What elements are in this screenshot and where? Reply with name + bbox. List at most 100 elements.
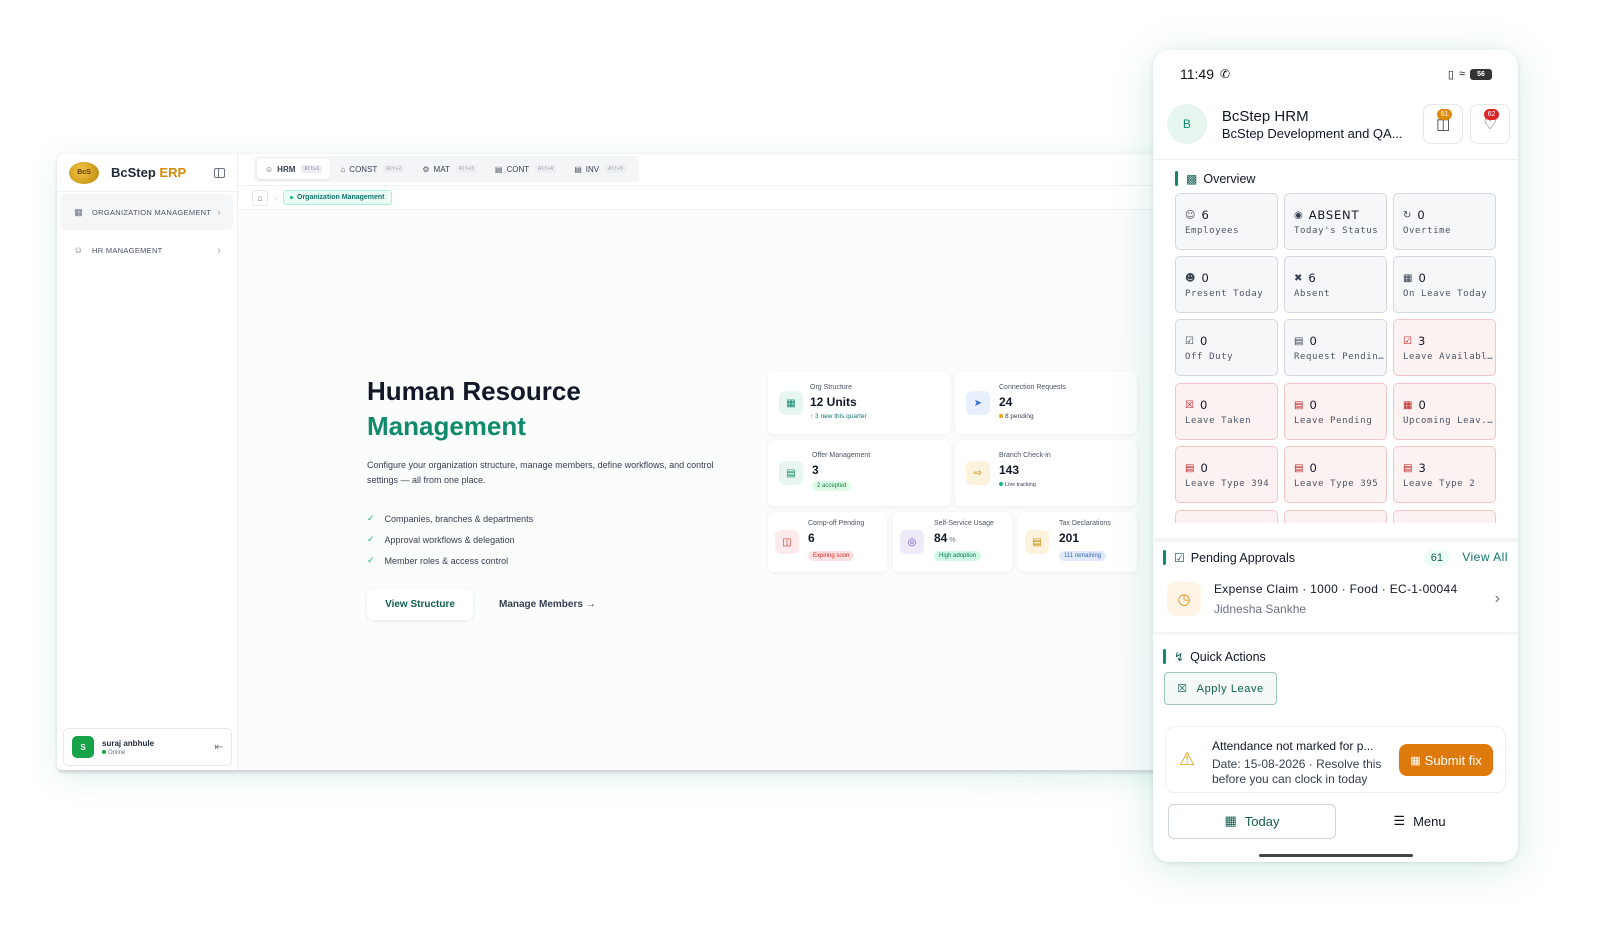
nav-today-button[interactable]: ▦ Today	[1168, 803, 1336, 839]
overview-tile-leave-pending[interactable]: ▤ 0 Leave Pending	[1284, 383, 1387, 440]
stat-card-comp-off[interactable]: ◫ Comp-off Pending 6 Expiring soon	[768, 512, 887, 572]
calendar-icon: ▦	[1410, 754, 1421, 767]
nav-menu-button[interactable]: ☰ Menu	[1336, 813, 1503, 829]
tab-label: CONT	[506, 164, 530, 174]
home-icon[interactable]: ⌂	[252, 189, 268, 206]
stat-card-self-service[interactable]: ◎ Self-Service Usage 84% High adoption	[893, 512, 1012, 572]
overview-tile-leave-type-2[interactable]: ▤ 3 Leave Type 2	[1393, 446, 1496, 503]
overview-tile-overtime[interactable]: ↻ 0 Overtime	[1393, 193, 1496, 250]
manage-members-button[interactable]: Manage Members →	[499, 589, 596, 620]
tab-label: INV	[585, 164, 600, 174]
alert-title: Attendance not marked for p...	[1212, 739, 1374, 753]
overview-tile-present-today[interactable]: ☻ 0 Present Today	[1175, 256, 1278, 313]
stat-card-connection-requests[interactable]: ➤ Connection Requests 24 8 pending	[955, 372, 1137, 434]
fingerprint-icon: ◉	[1294, 209, 1303, 221]
stat-card-org-structure[interactable]: ▦ Org Structure 12 Units ↑ 3 new this qu…	[768, 372, 950, 434]
building-icon: ▦	[74, 206, 83, 217]
tab-const[interactable]: ⌂ CONST Alt+2	[332, 159, 412, 179]
stat-card-tax-declarations[interactable]: ▤ Tax Declarations 201 111 remaining	[1018, 512, 1137, 572]
stat-value: 24	[999, 395, 1013, 409]
approvals-button[interactable]: ◫ 61	[1423, 104, 1464, 144]
overview-tile-leave-type-394[interactable]: ▤ 0 Leave Type 394	[1175, 446, 1278, 503]
overview-tile-on-leave-today[interactable]: ▦ 0 On Leave Today	[1393, 256, 1496, 313]
calendar-x-icon: ☒	[1185, 399, 1194, 411]
page-title-accent: Management	[367, 411, 526, 441]
breadcrumb-current[interactable]: Organization Management	[283, 190, 392, 205]
avatar[interactable]: B	[1167, 104, 1207, 144]
stat-card-branch-checkin[interactable]: ⇨ Branch Check-in 143 Live tracking	[955, 440, 1137, 506]
user-name: suraj anbhule	[102, 738, 155, 748]
approval-item[interactable]: ◷ Expense Claim · 1000 · Food · EC-1-000…	[1167, 573, 1508, 625]
submit-fix-button[interactable]: ▦ Submit fix	[1399, 744, 1493, 776]
sidebar-item-organization-management[interactable]: ▦ ORGANIZATION MANAGEMENT ›	[61, 194, 233, 230]
stat-label: Tax Declarations	[1059, 520, 1111, 527]
tab-label: CONST	[349, 164, 378, 174]
view-structure-button[interactable]: View Structure	[367, 589, 473, 620]
overview-tile-employees[interactable]: ☺ 6 Employees	[1175, 193, 1278, 250]
document-clock-icon: ▤	[1294, 335, 1304, 347]
overview-tile-absent[interactable]: ✖ 6 Absent	[1284, 256, 1387, 313]
warning-icon: ⚠	[1179, 749, 1196, 769]
overview-tile-upcoming-leave[interactable]: ▦ 0 Upcoming Leav...	[1393, 383, 1496, 440]
approval-requester: Jidnesha Sankhe	[1214, 602, 1307, 616]
sidebar-collapse-icon[interactable]	[214, 167, 225, 178]
document-icon: ▤	[574, 164, 582, 174]
overview-tile-request-pending[interactable]: ▤ 0 Request Pending	[1284, 319, 1387, 376]
overview-tile-off-duty[interactable]: ☑ 0 Off Duty	[1175, 319, 1278, 376]
divider	[1153, 632, 1518, 635]
sidebar: BcS BcStep ERP ▦ ORGANIZATION MANAGEMENT…	[57, 154, 238, 770]
home-indicator[interactable]	[1259, 854, 1413, 857]
list-item: ✓ Approval workflows & delegation	[367, 534, 515, 545]
divider	[1153, 538, 1518, 542]
company-name[interactable]: BcStep Development and QA...	[1222, 126, 1416, 141]
gear-icon: ⚙	[422, 164, 430, 174]
stat-value: 12 Units	[810, 395, 857, 409]
breadcrumb-separator: ›	[274, 192, 277, 203]
overview-tile-partial[interactable]	[1393, 510, 1496, 523]
calendar-icon: ▦	[1403, 399, 1413, 411]
pending-count-badge: 61	[1423, 550, 1450, 566]
stat-label: Comp-off Pending	[808, 520, 865, 527]
overview-tile-leave-available[interactable]: ☑ 3 Leave Available	[1393, 319, 1496, 376]
overview-tile-leave-type-395[interactable]: ▤ 0 Leave Type 395	[1284, 446, 1387, 503]
brand: BcS BcStep ERP	[57, 154, 237, 192]
tab-inv[interactable]: ▤ INV Alt+5	[566, 159, 634, 179]
stat-sub: 111 remaining	[1059, 551, 1107, 561]
battery-icon: 56	[1470, 68, 1492, 80]
user-x-icon: ✖	[1294, 272, 1303, 284]
document-icon: ▤	[494, 164, 503, 174]
building-icon: ▦	[779, 391, 803, 415]
tab-hrm[interactable]: ☺ HRM Alt+1	[257, 159, 331, 179]
check-icon: ✓	[367, 513, 375, 523]
stat-card-offer-management[interactable]: ▤ Offer Management 3 2 accepted	[768, 440, 950, 506]
pending-approvals-heading: ☑ Pending Approvals	[1163, 550, 1295, 565]
tab-mat[interactable]: ⚙ MAT Alt+3	[414, 159, 485, 179]
module-tab-bar: ☺ HRM Alt+1 ⌂ CONST Alt+2 ⚙ MAT Alt+3 ▤ …	[238, 154, 1177, 186]
view-all-link[interactable]: View All	[1462, 550, 1508, 564]
shortcut-hint: Alt+2	[383, 165, 405, 173]
overview-tile-todays-status[interactable]: ◉ ABSENT Today's Status	[1284, 193, 1387, 250]
calendar-icon: ▦	[1403, 272, 1413, 284]
clock-icon: ↻	[1403, 209, 1412, 221]
send-icon: ➤	[966, 391, 990, 415]
hero-card: Human Resource Management Configure your…	[337, 342, 1157, 652]
notifications-button[interactable]: ♡ 62	[1470, 104, 1510, 144]
breadcrumb: ⌂ › Organization Management	[238, 186, 1177, 210]
bottom-nav: ▦ Today ☰ Menu	[1168, 803, 1503, 839]
desktop-window: BcS BcStep ERP ▦ ORGANIZATION MANAGEMENT…	[57, 154, 1177, 772]
tab-cont[interactable]: ▤ CONT Alt+4	[487, 159, 564, 179]
page-description: Configure your organization structure, m…	[367, 460, 714, 485]
apply-leave-button[interactable]: ☒ Apply Leave	[1164, 672, 1277, 705]
clock-icon: ◷	[1167, 582, 1201, 616]
list-item: ✓ Member roles & access control	[367, 555, 509, 566]
user-card[interactable]: S suraj anbhule Online ⇤	[63, 728, 232, 766]
overview-tile-partial[interactable]	[1175, 510, 1278, 523]
overview-tile-leave-taken[interactable]: ☒ 0 Leave Taken	[1175, 383, 1278, 440]
brand-logo: BcS	[69, 161, 99, 184]
tab-label: MAT	[433, 164, 450, 174]
app-header: B BcStep HRM BcStep Development and QA..…	[1167, 100, 1510, 148]
overview-tile-partial[interactable]	[1284, 510, 1387, 523]
brand-name: BcStep ERP	[111, 165, 187, 180]
logout-icon[interactable]: ⇤	[215, 742, 223, 753]
sidebar-item-hr-management[interactable]: ☺ HR MANAGEMENT ›	[61, 232, 233, 268]
